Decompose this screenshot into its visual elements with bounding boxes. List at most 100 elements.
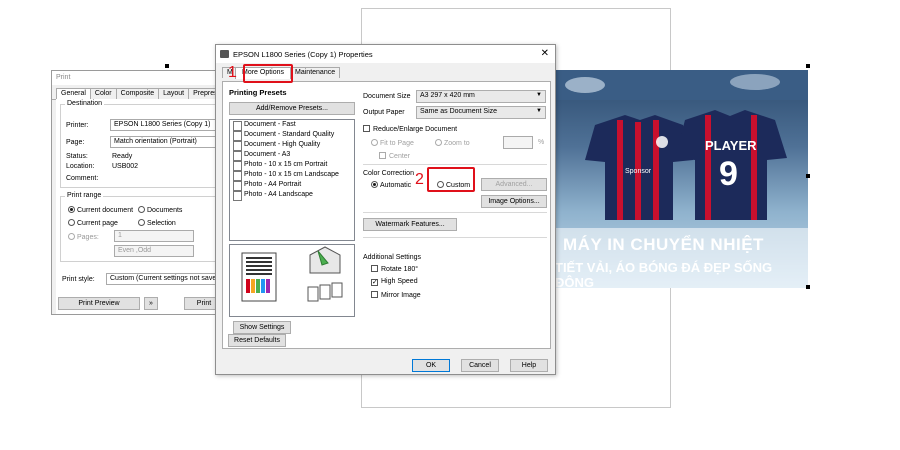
jersey-player-text: PLAYER (705, 138, 757, 153)
even-odd-select[interactable]: Even ,Odd (114, 245, 194, 257)
radio-current-document[interactable]: Current document (68, 206, 133, 214)
reduce-enlarge-label: Reduce/Enlarge Document (373, 126, 458, 133)
radio-automatic[interactable]: Automatic (371, 181, 411, 189)
document-size-select[interactable]: A3 297 x 420 mm ▼ (416, 90, 546, 103)
selection-handle[interactable] (806, 174, 810, 178)
output-paper-label: Output Paper (363, 109, 405, 116)
double-arrow-icon: » (149, 300, 153, 307)
print-dialog[interactable]: Print General Color Composite Layout Pre… (51, 70, 227, 315)
current-page-label: Current page (77, 220, 118, 227)
selection-handle[interactable] (806, 285, 810, 289)
tab-layout[interactable]: Layout (158, 88, 190, 99)
radio-icon (371, 139, 378, 146)
radio-icon (138, 206, 145, 213)
selection-label: Selection (147, 220, 176, 227)
rotate-180-checkbox[interactable]: Rotate 180° (371, 265, 418, 273)
print-style-select[interactable]: Custom (Current settings not saved) (106, 273, 221, 285)
image-options-button[interactable]: Image Options... (481, 195, 547, 208)
help-button[interactable]: Help (510, 359, 548, 372)
fit-to-page-label: Fit to Page (380, 140, 414, 147)
list-item[interactable]: Document - A3 (230, 150, 354, 161)
percent-label: % (538, 139, 545, 146)
radio-icon (68, 206, 75, 213)
page-select[interactable]: Match orientation (Portrait) (110, 136, 220, 148)
checkbox-icon (371, 265, 378, 272)
current-document-label: Current document (77, 207, 134, 214)
banner-image[interactable]: Sponsor PLAYER 9 MÁY IN CHUYỂN NHIỆT TIẾ… (555, 70, 808, 288)
jersey-sponsor-text: Sponsor (625, 168, 652, 175)
list-item[interactable]: Document - Standard Quality (230, 130, 354, 141)
divider (363, 237, 547, 238)
list-item[interactable]: Document - High Quality (230, 140, 354, 151)
radio-fit-to-page[interactable]: Fit to Page (371, 139, 414, 147)
close-icon[interactable]: ✕ (541, 48, 549, 59)
pages-input[interactable]: 1 (114, 230, 194, 242)
printer-select[interactable]: EPSON L1800 Series (Copy 1) (110, 119, 220, 131)
pages-label: Pages: (77, 234, 99, 241)
print-general-panel: Destination Printer: EPSON L1800 Series … (56, 99, 224, 314)
list-item[interactable]: Document - Fast (230, 120, 354, 131)
epson-properties-dialog[interactable]: EPSON L1800 Series (Copy 1) Properties ✕… (215, 44, 556, 375)
radio-pages[interactable]: Pages: (68, 233, 99, 241)
tab-composite[interactable]: Composite (115, 88, 160, 99)
location-label: Location: (66, 163, 95, 170)
radio-zoom-to[interactable]: Zoom to (435, 139, 470, 147)
checkbox-icon (371, 291, 378, 298)
reset-defaults-button[interactable]: Reset Defaults (228, 334, 286, 347)
print-preview-button[interactable]: Print Preview (58, 297, 140, 310)
selection-handle[interactable] (165, 64, 169, 68)
show-settings-button[interactable]: Show Settings (233, 321, 291, 334)
tab-maintenance[interactable]: Maintenance (290, 67, 341, 78)
presets-list: Document - Fast Document - Standard Qual… (229, 119, 355, 241)
checkbox-icon (379, 152, 386, 159)
radio-icon (371, 181, 378, 188)
print-dialog-title: Print (52, 71, 220, 85)
color-correction-label: Color Correction (363, 170, 414, 177)
radio-current-page[interactable]: Current page (68, 219, 118, 227)
radio-icon (435, 139, 442, 146)
watermark-features-button[interactable]: Watermark Features... (363, 218, 457, 231)
page-preview-graphic (241, 246, 343, 302)
reduce-enlarge-checkbox[interactable]: Reduce/Enlarge Document (363, 125, 457, 133)
list-item[interactable]: Photo - A4 Landscape (230, 190, 354, 201)
radio-selection[interactable]: Selection (138, 219, 176, 227)
zoom-to-label: Zoom to (444, 140, 470, 147)
add-remove-presets-button[interactable]: Add/Remove Presets... (229, 102, 355, 115)
annotation-box-custom (427, 167, 475, 192)
ok-button[interactable]: OK (412, 359, 450, 372)
printer-icon (220, 50, 229, 58)
documents-label: Documents (147, 207, 183, 214)
cancel-button[interactable]: Cancel (461, 359, 499, 372)
high-speed-checkbox[interactable]: ✓ High Speed (371, 278, 418, 286)
radio-documents[interactable]: Documents (138, 206, 182, 214)
zoom-percent-input[interactable] (503, 136, 533, 149)
printer-label: Printer: (66, 122, 89, 129)
advanced-button[interactable]: Advanced... (481, 178, 547, 191)
expand-preview-button[interactable]: » (144, 297, 158, 310)
banner-title-line1: MÁY IN CHUYỂN NHIỆT (563, 235, 764, 254)
destination-label: Destination (65, 100, 105, 107)
banner-title-line2: TIẾT VẢI, ÁO BÓNG ĐÁ ĐẸP SỐNG ĐỘNG (555, 260, 773, 288)
annotation-step-1: 1 (228, 64, 237, 81)
chevron-down-icon: ▼ (536, 108, 542, 114)
chevron-down-icon: ▼ (536, 92, 542, 98)
center-checkbox[interactable]: Center (379, 152, 410, 160)
checkmark-icon: ✓ (371, 279, 378, 286)
document-size-value: A3 297 x 420 mm (420, 92, 475, 99)
jerseys-graphic: Sponsor PLAYER 9 (555, 70, 808, 220)
page-label: Page: (66, 139, 85, 146)
additional-settings-label: Additional Settings (363, 254, 421, 261)
list-item[interactable]: Photo - 10 x 15 cm Landscape (230, 170, 354, 181)
divider (363, 212, 547, 213)
epson-dialog-titlebar: EPSON L1800 Series (Copy 1) Properties (216, 45, 555, 63)
tab-color[interactable]: Color (89, 88, 117, 99)
selection-handle[interactable] (806, 64, 810, 68)
output-paper-select[interactable]: Same as Document Size ▼ (416, 106, 546, 119)
mirror-image-checkbox[interactable]: Mirror Image (371, 291, 421, 299)
more-options-panel: Printing Presets Add/Remove Presets... D… (222, 81, 551, 349)
list-item[interactable]: Photo - 10 x 15 cm Portrait (230, 160, 354, 171)
print-style-label: Print style: (62, 276, 95, 283)
mirror-image-label: Mirror Image (381, 292, 421, 299)
list-item[interactable]: Photo - A4 Portrait (230, 180, 354, 191)
radio-icon (68, 233, 75, 240)
